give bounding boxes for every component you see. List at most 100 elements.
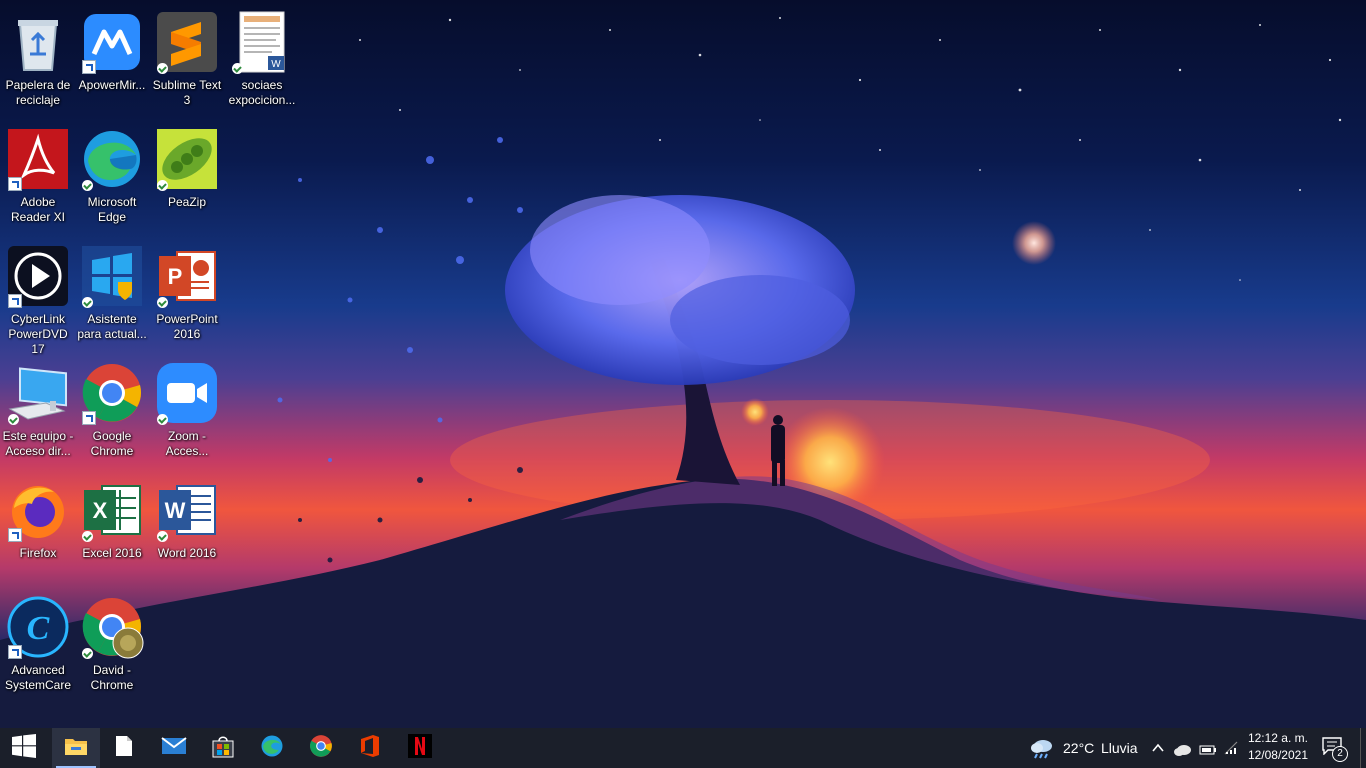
apowermirror-icon bbox=[80, 10, 144, 74]
desktop-icon-peazip[interactable]: PeaZip bbox=[149, 121, 225, 235]
desktop-icon-this-pc[interactable]: Este equipo - Acceso dir... bbox=[0, 355, 76, 469]
recycle-bin-icon bbox=[6, 10, 70, 74]
firefox-icon bbox=[6, 478, 70, 542]
svg-text:W: W bbox=[165, 498, 186, 523]
mail-icon bbox=[161, 737, 187, 759]
taskbar-edge[interactable] bbox=[248, 728, 296, 768]
sync-check-icon bbox=[232, 63, 243, 74]
start-icon bbox=[12, 734, 36, 762]
edge-icon bbox=[80, 127, 144, 191]
shortcut-overlay-icon bbox=[8, 294, 22, 308]
desktop-icon-label: Firefox bbox=[19, 546, 57, 560]
desktop-icon-label: Papelera de reciclaje bbox=[5, 78, 71, 107]
wifi-icon bbox=[1223, 740, 1239, 759]
desktop-icon-label: CyberLink PowerDVD 17 bbox=[8, 312, 68, 356]
desktop-icon-label: Google Chrome bbox=[90, 429, 134, 458]
desktop-icon-excel[interactable]: X Excel 2016 bbox=[74, 472, 150, 586]
battery-tray-icon[interactable] bbox=[1199, 741, 1217, 760]
desktop-icon-label: Excel 2016 bbox=[82, 546, 142, 560]
windows-update-assistant-icon bbox=[80, 244, 144, 308]
cloud-icon bbox=[1174, 741, 1192, 760]
shortcut-overlay-icon bbox=[82, 60, 96, 74]
chrome-icon bbox=[80, 361, 144, 425]
notification-count-badge: 2 bbox=[1332, 746, 1348, 762]
shortcut-overlay-icon bbox=[8, 645, 22, 659]
desktop-icon-word[interactable]: W Word 2016 bbox=[149, 472, 225, 586]
desktop-icon-label: Word 2016 bbox=[157, 546, 217, 560]
sync-check-icon bbox=[157, 297, 168, 308]
word-document-icon: W bbox=[230, 10, 294, 74]
show-hidden-icons-button[interactable] bbox=[1151, 740, 1165, 759]
show-desktop-button[interactable] bbox=[1360, 728, 1366, 768]
action-center-button[interactable]: 2 bbox=[1322, 737, 1348, 762]
desktop-icon-chrome[interactable]: Google Chrome bbox=[74, 355, 150, 469]
sync-check-icon bbox=[82, 297, 93, 308]
desktop-icon-update-assistant[interactable]: Asistente para actual... bbox=[74, 238, 150, 352]
svg-text:W: W bbox=[271, 59, 281, 70]
desktop-icon-label: PowerPoint 2016 bbox=[156, 312, 218, 341]
desktop-icon-label: Adobe Reader XI bbox=[10, 195, 66, 224]
powerpoint-icon: P bbox=[155, 244, 219, 308]
desktop-icon-label: Zoom - Acces... bbox=[165, 429, 209, 458]
svg-text:X: X bbox=[93, 498, 108, 523]
excel-icon: X bbox=[80, 478, 144, 542]
adobe-reader-icon bbox=[6, 127, 70, 191]
desktop-icon-label: David - Chrome bbox=[90, 663, 134, 692]
svg-text:P: P bbox=[168, 264, 183, 289]
desktop-icon-chrome-profile[interactable]: David - Chrome bbox=[74, 589, 150, 703]
clock-date: 12/08/2021 bbox=[1247, 748, 1308, 762]
edge-icon bbox=[260, 734, 284, 762]
clock-time: 12:12 a. m. bbox=[1247, 731, 1308, 745]
start-button[interactable] bbox=[0, 728, 48, 768]
powerdvd-icon bbox=[6, 244, 70, 308]
word-icon: W bbox=[155, 478, 219, 542]
chrome-profile-icon bbox=[80, 595, 144, 659]
desktop-icon-word-document[interactable]: W sociaes expocicion... bbox=[224, 4, 300, 118]
desktop-icon-powerpoint[interactable]: P PowerPoint 2016 bbox=[149, 238, 225, 352]
shortcut-overlay-icon bbox=[82, 411, 96, 425]
taskbar-netflix[interactable] bbox=[396, 728, 444, 768]
sync-check-icon bbox=[157, 180, 168, 191]
desktop-icon-apowermirror[interactable]: ApowerMir... bbox=[74, 4, 150, 118]
taskbar-mail[interactable] bbox=[150, 728, 198, 768]
taskbar-file-explorer[interactable] bbox=[52, 728, 100, 768]
chrome-icon bbox=[309, 734, 333, 762]
sync-check-icon bbox=[82, 531, 93, 542]
taskbar-office[interactable] bbox=[346, 728, 394, 768]
sublime-text-icon bbox=[155, 10, 219, 74]
desktop-icon-label: sociaes expocicion... bbox=[228, 78, 296, 107]
desktop-icon-label: Este equipo - Acceso dir... bbox=[2, 429, 74, 458]
taskbar-clock[interactable]: 12:12 a. m. 12/08/2021 bbox=[1248, 730, 1308, 764]
peazip-icon bbox=[155, 127, 219, 191]
file-explorer-icon bbox=[64, 735, 88, 761]
svg-text:C: C bbox=[27, 610, 50, 647]
store-icon bbox=[211, 734, 235, 762]
desktop-icon-label: Sublime Text 3 bbox=[152, 78, 222, 107]
wifi-tray-icon[interactable] bbox=[1223, 740, 1239, 759]
office-icon bbox=[359, 734, 381, 762]
onedrive-tray-icon[interactable] bbox=[1174, 741, 1192, 760]
desktop-icon-zoom[interactable]: Zoom - Acces... bbox=[149, 355, 225, 469]
taskbar-chrome[interactable] bbox=[297, 728, 345, 768]
chevron-up-icon bbox=[1151, 740, 1165, 759]
desktop-icon-edge[interactable]: Microsoft Edge bbox=[74, 121, 150, 235]
taskbar-notepad[interactable] bbox=[100, 728, 148, 768]
netflix-icon bbox=[408, 734, 432, 762]
desktop-icon-advanced-systemcare[interactable]: C Advanced SystemCare bbox=[0, 589, 76, 703]
this-pc-icon bbox=[6, 361, 70, 425]
desktop-icon-label: Microsoft Edge bbox=[87, 195, 137, 224]
desktop-icon-sublime-text[interactable]: Sublime Text 3 bbox=[149, 4, 225, 118]
sync-check-icon bbox=[157, 63, 168, 74]
notepad-icon bbox=[115, 735, 133, 761]
desktop-icon-adobe-reader[interactable]: Adobe Reader XI bbox=[0, 121, 76, 235]
taskbar-store[interactable] bbox=[199, 728, 247, 768]
taskbar: 22°C Lluvia 12:12 a. m. 12/08/2021 2 bbox=[0, 728, 1366, 768]
shortcut-overlay-icon bbox=[8, 528, 22, 542]
desktop-icon-label: Asistente para actual... bbox=[77, 312, 147, 341]
desktop-icon-firefox[interactable]: Firefox bbox=[0, 472, 76, 586]
desktop-icon-recycle-bin[interactable]: Papelera de reciclaje bbox=[0, 4, 76, 118]
advanced-systemcare-icon: C bbox=[6, 595, 70, 659]
sync-check-icon bbox=[8, 414, 19, 425]
desktop-icon-powerdvd[interactable]: CyberLink PowerDVD 17 bbox=[0, 238, 76, 356]
desktop-icon-label: Advanced SystemCare bbox=[4, 663, 72, 692]
